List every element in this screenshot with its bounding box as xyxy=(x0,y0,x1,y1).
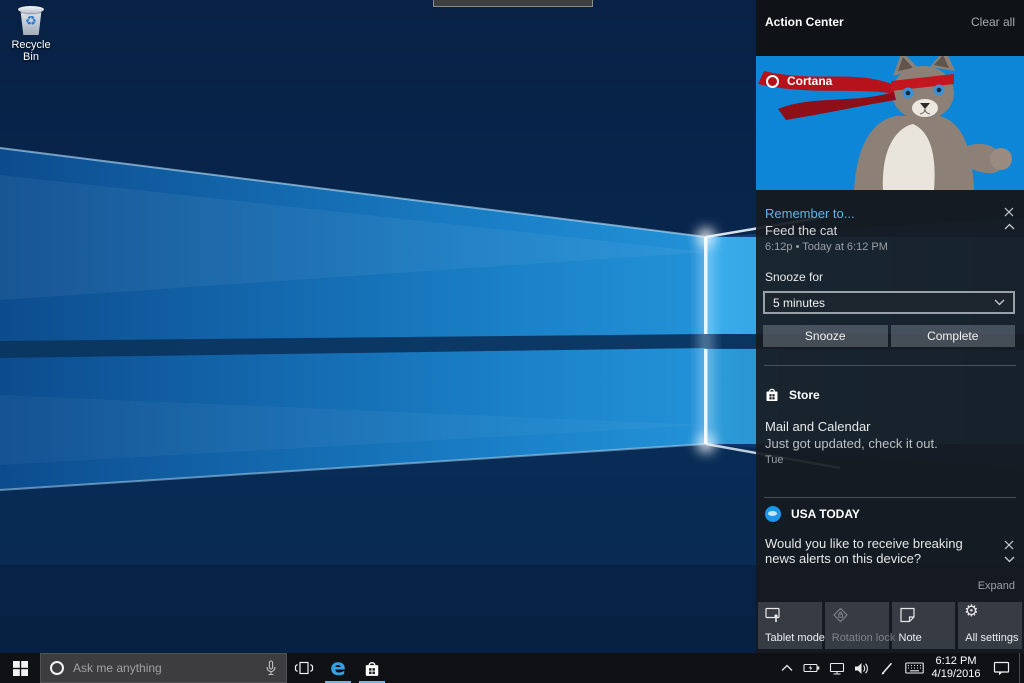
cortana-icon xyxy=(50,661,64,675)
keyboard-icon xyxy=(905,662,924,674)
reminder-close-icon[interactable] xyxy=(1002,205,1016,219)
banner-app-row: Cortana xyxy=(766,74,832,88)
rotation-lock-label: Rotation lock xyxy=(832,632,896,644)
note-tile[interactable]: Note xyxy=(892,602,956,649)
store-item-title: Mail and Calendar xyxy=(765,419,871,434)
usa-today-close-icon[interactable] xyxy=(1002,538,1016,552)
clock-time: 6:12 PM xyxy=(929,655,983,668)
reminder-collapse-chevron-icon[interactable] xyxy=(1002,219,1016,233)
banner-app-name: Cortana xyxy=(787,74,832,88)
usa-today-expand-chevron-icon[interactable] xyxy=(1002,552,1016,566)
recycle-bin-label: Recycle Bin xyxy=(2,39,60,63)
battery-status-button[interactable] xyxy=(799,653,824,683)
quick-actions-bar: Tablet mode Rotation lock Note ⚙ Al xyxy=(758,602,1022,649)
action-center-title: Action Center xyxy=(765,15,844,29)
rotation-lock-tile[interactable]: Rotation lock xyxy=(825,602,889,649)
edge-icon: e xyxy=(330,657,346,680)
volume-button[interactable] xyxy=(849,653,874,683)
recycle-bin[interactable]: ♻ Recycle Bin xyxy=(2,6,60,63)
usa-today-notification[interactable]: USA TODAY Would you like to receive brea… xyxy=(756,498,1024,602)
windows-logo-icon xyxy=(13,661,28,676)
snooze-button[interactable]: Snooze xyxy=(763,325,888,347)
recycle-bin-rim xyxy=(18,6,44,13)
all-settings-tile[interactable]: ⚙ All settings xyxy=(958,602,1022,649)
usa-today-app-name: USA TODAY xyxy=(791,507,860,521)
windows-desktop: ♻ Recycle Bin Action Center Clear all xyxy=(0,0,1024,683)
task-view-icon xyxy=(294,660,314,676)
usa-today-body: Would you like to receive breaking news … xyxy=(765,536,983,566)
pen-icon xyxy=(879,661,894,676)
cortana-icon xyxy=(766,75,779,88)
search-placeholder: Ask me anything xyxy=(73,661,265,675)
snooze-duration-dropdown[interactable]: 5 minutes xyxy=(763,291,1015,314)
usa-today-logo-icon xyxy=(765,506,781,522)
taskbar: Ask me anything e xyxy=(0,653,1024,683)
microphone-icon[interactable] xyxy=(265,660,277,676)
note-label: Note xyxy=(899,632,922,644)
gear-icon: ⚙ xyxy=(964,604,978,620)
battery-charging-icon xyxy=(803,662,820,674)
pen-settings-button[interactable] xyxy=(874,653,899,683)
reminder-timestamp: 6:12p • Today at 6:12 PM xyxy=(765,241,888,253)
speaker-icon xyxy=(854,662,869,675)
complete-button[interactable]: Complete xyxy=(891,325,1016,347)
edge-browser-button[interactable]: e xyxy=(321,653,355,683)
store-notification[interactable]: Store Mail and Calendar Just got updated… xyxy=(756,366,1024,497)
action-center-button[interactable] xyxy=(983,653,1019,683)
start-button[interactable] xyxy=(0,653,40,683)
store-button[interactable] xyxy=(355,653,389,683)
note-icon xyxy=(899,607,917,623)
tablet-mode-tile[interactable]: Tablet mode xyxy=(758,602,822,649)
store-item-body: Just got updated, check it out. xyxy=(765,436,938,451)
store-group-header: Store xyxy=(765,387,820,402)
show-hidden-icons-button[interactable] xyxy=(774,653,799,683)
store-item-time: Tue xyxy=(765,454,784,466)
cortana-search-box[interactable]: Ask me anything xyxy=(40,653,287,683)
store-bag-icon xyxy=(364,660,380,677)
show-desktop-strip[interactable] xyxy=(1019,653,1024,683)
store-bag-icon xyxy=(765,387,779,402)
snooze-for-label: Snooze for xyxy=(765,270,823,284)
usa-today-group-header: USA TODAY xyxy=(765,506,860,522)
chevron-up-icon xyxy=(781,664,793,672)
clock[interactable]: 6:12 PM 4/19/2016 xyxy=(929,653,983,683)
recycle-symbol-icon: ♻ xyxy=(18,14,44,27)
all-settings-label: All settings xyxy=(965,632,1018,644)
tablet-mode-icon xyxy=(765,607,783,623)
notification-bubble-icon xyxy=(993,661,1010,676)
rotation-lock-icon xyxy=(832,607,850,623)
reminder-notification[interactable]: Remember to... Feed the cat 6:12p • Toda… xyxy=(756,190,1024,365)
network-ethernet-icon xyxy=(829,662,845,675)
reminder-body: Feed the cat xyxy=(765,223,837,238)
reminder-title: Remember to... xyxy=(765,206,855,221)
tablet-mode-label: Tablet mode xyxy=(765,632,825,644)
dropdown-chevron-down-icon xyxy=(994,299,1013,306)
snooze-duration-value: 5 minutes xyxy=(765,296,994,310)
system-tray: 6:12 PM 4/19/2016 xyxy=(774,653,1024,683)
reminder-actions: Snooze Complete xyxy=(763,325,1015,347)
task-view-button[interactable] xyxy=(287,653,321,683)
action-center-panel: Action Center Clear all xyxy=(756,0,1024,653)
action-center-header: Action Center Clear all xyxy=(756,0,1024,56)
store-app-name: Store xyxy=(789,388,820,402)
network-status-button[interactable] xyxy=(824,653,849,683)
cortana-banner-notification[interactable]: Cortana xyxy=(756,56,1024,190)
expand-link[interactable]: Expand xyxy=(978,580,1015,592)
recycle-bin-icon: ♻ xyxy=(18,6,44,36)
clock-date: 4/19/2016 xyxy=(929,668,983,681)
touch-keyboard-button[interactable] xyxy=(899,653,929,683)
background-window-edge[interactable] xyxy=(433,0,593,7)
clear-all-button[interactable]: Clear all xyxy=(971,15,1015,29)
